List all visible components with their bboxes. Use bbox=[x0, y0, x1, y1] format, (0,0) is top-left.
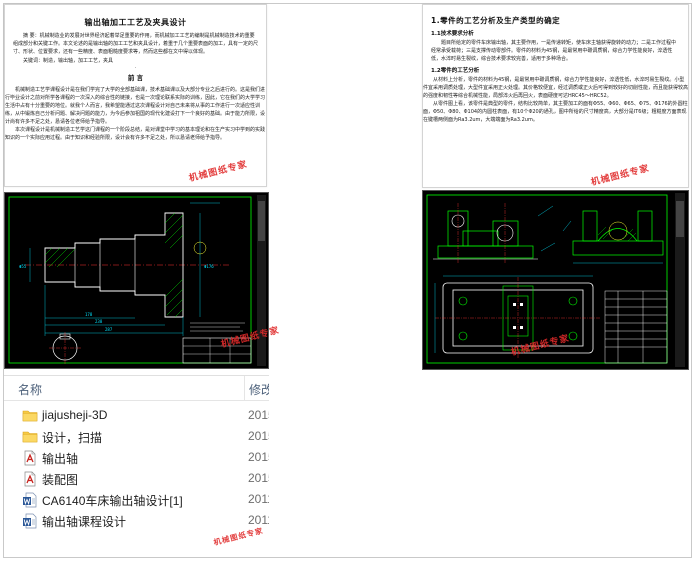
section-title: 1.零件的工艺分析及生产类型的确定 bbox=[431, 16, 561, 25]
keywords-line: 关键词：制造，输出轴，加工工艺，夹具 bbox=[23, 58, 114, 64]
file-date: 2015 bbox=[248, 471, 269, 485]
abstract-paragraph: 摘 要：机械制造业的发展对世界经济起着举足重要的作用，而机械加工工艺的编制是机械… bbox=[13, 33, 259, 55]
subsection-1-heading: 1.1技术要求分析 bbox=[431, 31, 474, 37]
column-separator[interactable] bbox=[244, 376, 245, 400]
file-explorer: 名称 修改 jiajusheji-3D 2015 设计，扫描 2015 输出轴 … bbox=[4, 375, 269, 552]
file-name: CA6140车床输出轴设计[1] bbox=[42, 494, 183, 508]
cad-file-icon bbox=[24, 450, 36, 466]
document-title: 输出轴加工工艺及夹具设计 bbox=[84, 18, 187, 27]
folder-icon bbox=[22, 410, 38, 422]
file-name: 输出轴课程设计 bbox=[42, 515, 127, 529]
column-name-header[interactable]: 名称 bbox=[18, 381, 42, 398]
file-row[interactable]: 输出轴课程设计 2011 bbox=[4, 511, 269, 531]
file-row[interactable]: 设计，扫描 2015 bbox=[4, 427, 269, 447]
svg-text:287: 287 bbox=[105, 327, 113, 332]
file-name: 设计，扫描 bbox=[42, 431, 103, 445]
file-date: 2011 bbox=[248, 492, 269, 506]
file-row[interactable]: CA6140车床输出轴设计[1] 2011 bbox=[4, 490, 269, 510]
preface-paragraph-2: 本次课程设计是机械制造工艺学这门课程的一个阶段总结，是对课堂中学习的基本理论和在… bbox=[5, 127, 266, 141]
preface-paragraph-1: 机械制造工艺学课程设计是在我们学完了大学的全部基础课，技术基础课以及大部分专业之… bbox=[5, 87, 266, 125]
svg-text:178: 178 bbox=[85, 312, 93, 317]
svg-text:Φ55: Φ55 bbox=[19, 264, 27, 269]
column-modified-header[interactable]: 修改 bbox=[249, 381, 269, 398]
file-date: 2015 bbox=[248, 429, 269, 443]
file-date: 2015 bbox=[248, 408, 269, 422]
file-name: 输出轴 bbox=[42, 452, 79, 466]
file-row[interactable]: jiajusheji-3D 2015 bbox=[4, 406, 269, 426]
subsection-1-paragraph: 题目所给定的零件车床输出轴，其主要作用，一是传递转矩，使车床主轴获得旋转的动力；… bbox=[431, 40, 677, 62]
file-row[interactable]: 输出轴 2015 bbox=[4, 448, 269, 468]
file-row[interactable]: 装配图 2015 bbox=[4, 469, 269, 489]
folder-icon bbox=[22, 431, 38, 443]
svg-text:Φ176: Φ176 bbox=[204, 264, 214, 269]
word-doc-icon bbox=[23, 492, 37, 508]
cad-file-icon bbox=[24, 471, 36, 487]
subsection-2-paragraph-1: 从材料上分析，零件的材料为45钢，是最常用中碳调质钢，综合力学性能良好，淬透性低… bbox=[423, 77, 689, 99]
preface-heading: 前 言 bbox=[127, 74, 144, 82]
subsection-2-heading: 1.2零件的工艺分析 bbox=[431, 68, 480, 74]
subsection-2-paragraph-2: 从零件图上看，该零件是典型的零件，结构比较简单，其主要加工的面有Φ55、Φ60、… bbox=[423, 101, 688, 123]
word-doc-icon bbox=[23, 513, 37, 529]
column-header: 名称 修改 bbox=[4, 376, 269, 401]
file-name: 装配图 bbox=[42, 473, 79, 487]
svg-text:238: 238 bbox=[95, 319, 103, 324]
divider: · bbox=[134, 65, 137, 71]
document-page-analysis: 1.零件的工艺分析及生产类型的确定 1.1技术要求分析 题目所给定的零件车床输出… bbox=[422, 4, 689, 188]
document-page-abstract: 输出轴加工工艺及夹具设计 摘 要：机械制造业的发展对世界经济起着举足重要的作用，… bbox=[4, 4, 267, 187]
file-name: jiajusheji-3D bbox=[42, 408, 108, 422]
file-date: 2015 bbox=[248, 450, 269, 464]
